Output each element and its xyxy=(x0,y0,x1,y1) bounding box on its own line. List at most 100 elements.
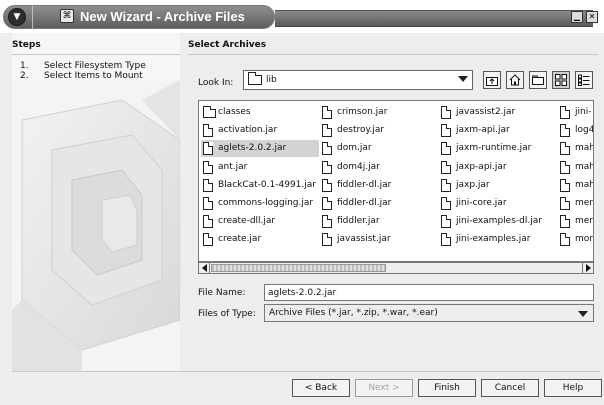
home-button[interactable] xyxy=(506,71,524,89)
folder-icon xyxy=(248,72,262,85)
file-item[interactable]: commons-logging.jar xyxy=(201,195,319,212)
file-icon xyxy=(441,215,451,229)
file-icon xyxy=(441,160,451,174)
look-in-dropdown[interactable]: lib xyxy=(243,70,473,90)
folder-icon xyxy=(203,106,216,118)
file-name: javassist2.jar xyxy=(456,107,516,117)
file-item[interactable]: mah xyxy=(558,177,593,194)
file-name: mor xyxy=(575,234,593,245)
file-item[interactable]: activation.jar xyxy=(201,122,319,139)
help-button[interactable]: Help xyxy=(544,379,602,397)
file-item[interactable]: mah xyxy=(558,159,593,176)
back-button[interactable]: < Back xyxy=(292,379,350,397)
file-name: fiddler-dl.jar xyxy=(337,179,392,190)
file-item[interactable]: mer xyxy=(558,213,594,230)
file-item[interactable]: jaxp.jar xyxy=(439,177,557,194)
file-item[interactable]: jini-examples.jar xyxy=(439,231,557,248)
cancel-button[interactable]: Cancel xyxy=(481,379,539,397)
file-item[interactable]: javassist2.jar xyxy=(439,104,557,121)
file-name: aglets-2.0.2.jar xyxy=(218,143,287,154)
file-icon xyxy=(322,215,332,229)
list-view-button[interactable] xyxy=(552,71,570,89)
file-item[interactable]: mah xyxy=(558,140,593,157)
file-icon xyxy=(322,160,332,174)
up-folder-button[interactable] xyxy=(483,71,501,89)
file-item[interactable]: fiddler-dl.jar xyxy=(320,195,438,212)
file-item[interactable]: fiddler.jar xyxy=(320,213,438,230)
look-in-label: Look In: xyxy=(198,78,234,88)
file-item[interactable]: log4 xyxy=(558,122,594,139)
file-icon xyxy=(203,124,213,138)
file-icon xyxy=(322,178,332,192)
list-view-icon xyxy=(555,74,567,86)
file-item[interactable]: jini-core.jar xyxy=(439,195,557,212)
new-folder-button[interactable] xyxy=(529,71,547,89)
file-name: log4 xyxy=(575,125,594,136)
file-item[interactable]: aglets-2.0.2.jar xyxy=(201,140,319,158)
window-menu-icon[interactable]: ▼ xyxy=(8,8,26,26)
file-icon xyxy=(322,233,332,247)
step-label: Select Items to Mount xyxy=(44,71,143,81)
scroll-left-icon[interactable] xyxy=(199,263,210,273)
steps-title: Steps xyxy=(12,40,41,50)
file-item[interactable]: jini- xyxy=(558,104,593,121)
file-item[interactable]: jaxm-runtime.jar xyxy=(439,140,557,157)
file-item[interactable]: jini-examples-dl.jar xyxy=(439,213,557,230)
file-icon xyxy=(560,124,570,138)
file-name: jaxp-api.jar xyxy=(456,161,507,172)
file-type-label: Files of Type: xyxy=(198,309,256,319)
file-name: jini-core.jar xyxy=(456,198,507,208)
file-name: mer xyxy=(575,198,594,208)
file-icon xyxy=(322,124,332,138)
step-label: Select Filesystem Type xyxy=(44,61,146,71)
scroll-right-icon[interactable] xyxy=(582,263,593,273)
file-icon xyxy=(322,106,332,119)
next-button[interactable]: Next > xyxy=(355,379,413,397)
look-in-value: lib xyxy=(266,75,277,85)
minimize-icon[interactable]: ▁ xyxy=(571,11,583,23)
file-name: fiddler-dl.jar xyxy=(337,198,392,208)
horizontal-scrollbar[interactable] xyxy=(198,262,594,274)
home-icon xyxy=(509,74,521,86)
file-name-input[interactable] xyxy=(264,284,594,301)
file-item[interactable]: ant.jar xyxy=(201,159,319,176)
file-type-dropdown[interactable]: Archive Files (*.jar, *.zip, *.war, *.ea… xyxy=(264,304,594,322)
file-name: crimson.jar xyxy=(337,107,388,117)
scrollbar-thumb[interactable] xyxy=(211,264,386,272)
file-icon xyxy=(203,160,213,174)
file-item[interactable]: mer xyxy=(558,195,594,212)
file-item[interactable]: fiddler-dl.jar xyxy=(320,177,438,194)
file-list[interactable]: classes activation.jar aglets-2.0.2.jar ant… xyxy=(198,100,594,262)
step-number: 2. xyxy=(20,71,29,81)
file-item[interactable]: jaxm-api.jar xyxy=(439,122,557,139)
file-item[interactable]: jaxp-api.jar xyxy=(439,159,557,176)
file-icon xyxy=(560,106,570,119)
file-item[interactable]: destroy.jar xyxy=(320,122,438,139)
file-icon xyxy=(441,142,451,156)
details-view-button[interactable] xyxy=(575,71,593,89)
file-name: commons-logging.jar xyxy=(218,198,314,208)
file-name: BlackCat-0.1-4991.jar xyxy=(218,179,316,190)
close-icon[interactable]: ✕ xyxy=(586,11,598,23)
finish-button[interactable]: Finish xyxy=(418,379,476,397)
file-item[interactable]: create.jar xyxy=(201,231,319,248)
window-title: New Wizard - Archive Files xyxy=(80,9,245,24)
new-folder-icon xyxy=(532,75,544,85)
file-item[interactable]: dom4j.jar xyxy=(320,159,438,176)
file-icon xyxy=(441,178,451,192)
file-item[interactable]: crimson.jar xyxy=(320,104,438,121)
file-item[interactable]: mor xyxy=(558,231,593,248)
file-item[interactable]: classes xyxy=(201,104,319,121)
file-name: activation.jar xyxy=(218,125,278,136)
file-icon xyxy=(560,233,570,247)
file-item[interactable]: BlackCat-0.1-4991.jar xyxy=(201,177,319,194)
file-icon xyxy=(203,142,213,156)
title-bar-strip xyxy=(275,10,593,27)
file-icon xyxy=(560,197,570,210)
file-item[interactable]: create-dll.jar xyxy=(201,213,319,230)
steps-decoration-image xyxy=(12,80,180,371)
file-item[interactable]: dom.jar xyxy=(320,140,438,157)
file-item[interactable]: javassist.jar xyxy=(320,231,438,248)
file-name: mer xyxy=(575,216,594,227)
file-icon xyxy=(203,197,213,210)
